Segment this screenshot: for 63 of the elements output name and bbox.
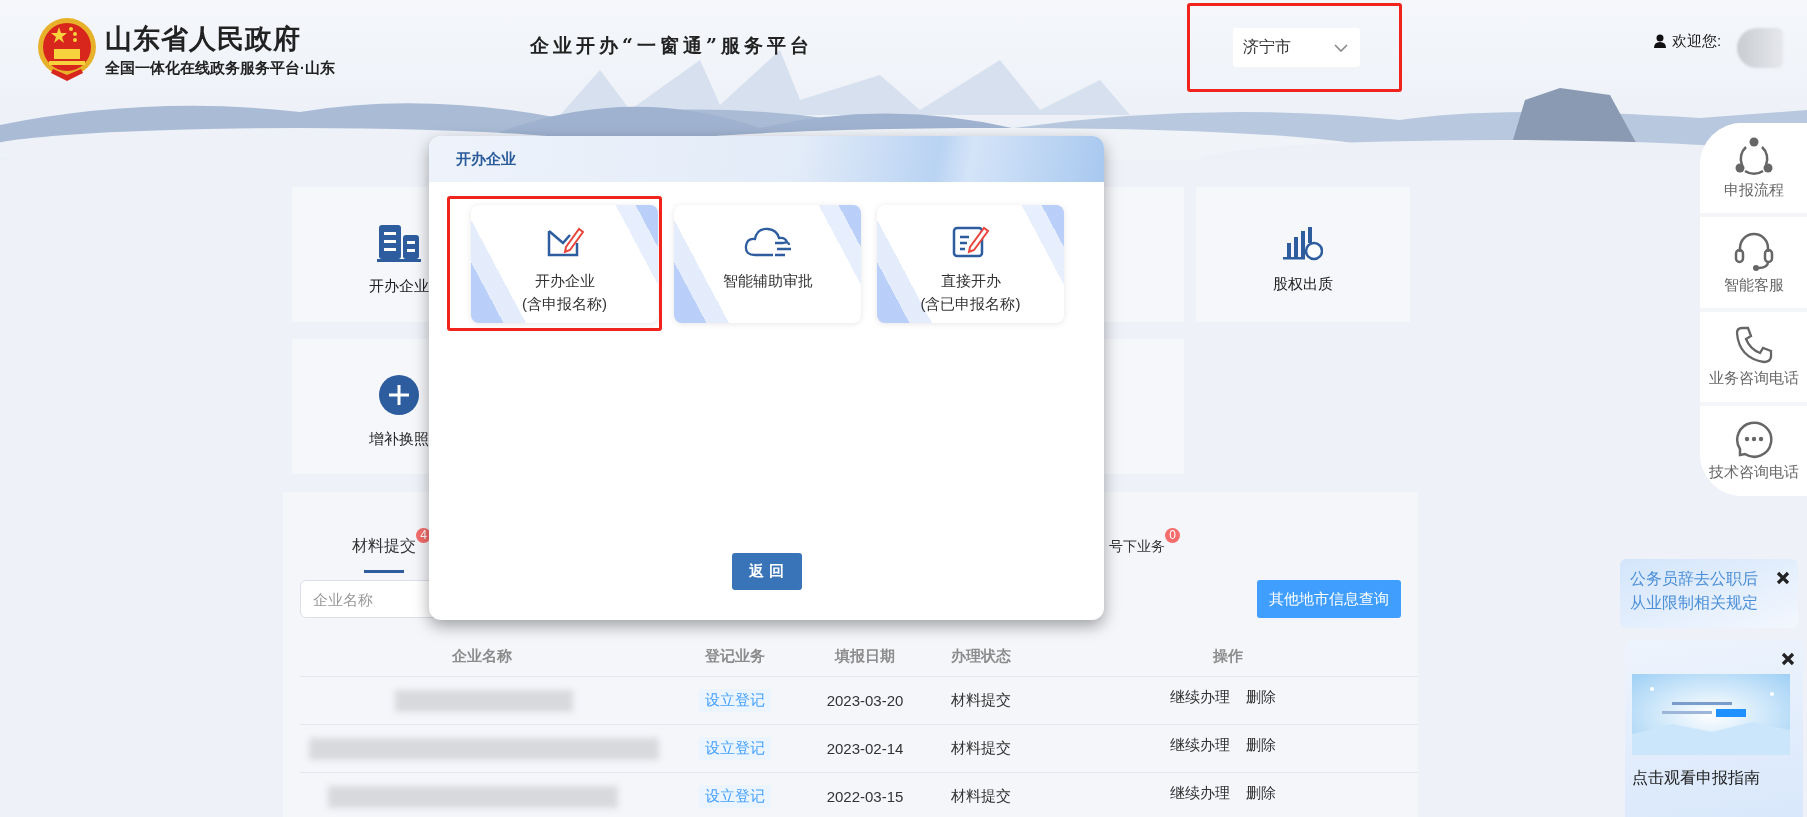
side-menu-item[interactable]: 技术咨询电话 xyxy=(1708,463,1799,483)
option-card[interactable]: 开办企业 (含申报名称) xyxy=(471,205,658,323)
table-cell: 材料提交 xyxy=(951,787,1011,806)
option-label: (含申报名称) xyxy=(522,294,607,314)
business-tag: 设立登记 xyxy=(699,689,771,712)
option-label: 直接开办 xyxy=(939,271,1002,291)
table-cell: 2023-02-14 xyxy=(826,740,904,757)
tile-label: 股权出质 xyxy=(1273,275,1333,294)
tab[interactable]: 材料提交 xyxy=(352,536,416,573)
site-subtitle: 全国一体化在线政务服务平台·山东 xyxy=(105,59,335,78)
column-header: 填报日期 xyxy=(835,646,895,666)
table-cell: 2023-03-20 xyxy=(826,692,904,709)
side-menu-item[interactable]: 智能客服 xyxy=(1723,275,1784,295)
business-tag: 设立登记 xyxy=(699,785,771,808)
action-link[interactable]: 继续办理 xyxy=(1170,784,1230,803)
site-title: 山东省人民政府 xyxy=(105,23,302,55)
avatar xyxy=(1737,28,1784,68)
column-header: 操作 xyxy=(1213,646,1243,666)
dialog-title: 开办企业 xyxy=(456,149,516,169)
city-dropdown[interactable]: 济宁市 xyxy=(1233,28,1360,67)
column-header: 企业名称 xyxy=(452,646,512,666)
action-link[interactable]: 继续办理 xyxy=(1170,688,1230,707)
option-label: 开办企业 xyxy=(533,271,596,291)
column-header: 办理状态 xyxy=(951,646,1011,666)
phone-icon xyxy=(1733,325,1774,366)
option-card[interactable]: 直接开办 (含已申报名称) xyxy=(877,205,1064,323)
option-card[interactable]: 智能辅助审批 xyxy=(674,205,861,323)
video-caption: 点击观看申报指南 xyxy=(1632,768,1761,788)
table-cell: 2022-03-15 xyxy=(826,788,904,805)
action-link[interactable]: 删除 xyxy=(1246,736,1276,755)
action-link[interactable]: 继续办理 xyxy=(1170,736,1230,755)
welcome-text: 欢迎您: xyxy=(1672,31,1722,51)
workflow-icon xyxy=(1733,136,1774,177)
table-cell: 材料提交 xyxy=(951,739,1011,758)
tab[interactable]: 号下业务 xyxy=(1109,536,1165,573)
bar-chart-icon xyxy=(1283,225,1323,261)
building-icon xyxy=(377,223,421,263)
service-tile[interactable]: 股权出质 xyxy=(1196,187,1410,322)
chat-icon xyxy=(1733,419,1774,460)
video-card[interactable]: 点击观看申报指南 xyxy=(1625,640,1803,817)
table-cell: 材料提交 xyxy=(951,691,1011,710)
cloud-icon xyxy=(742,225,793,259)
side-menu-item[interactable]: 业务咨询电话 xyxy=(1708,369,1799,389)
envelope-pen-icon xyxy=(545,225,584,259)
business-tag: 设立登记 xyxy=(699,737,771,760)
option-label: 智能辅助审批 xyxy=(722,271,813,291)
document-pen-icon xyxy=(951,225,990,259)
chevron-down-icon xyxy=(1334,43,1348,52)
plus-circle-icon xyxy=(378,374,420,416)
tile-label: 开办企业 xyxy=(369,277,429,296)
side-menu-item[interactable]: 申报流程 xyxy=(1723,180,1784,200)
close-icon[interactable] xyxy=(1781,652,1795,666)
user-icon xyxy=(1654,34,1666,48)
action-link[interactable]: 删除 xyxy=(1246,784,1276,803)
column-header: 登记业务 xyxy=(705,646,765,666)
count-badge: 0 xyxy=(1165,528,1180,543)
option-label: (含已申报名称) xyxy=(920,294,1021,314)
tile-label: 增补换照 xyxy=(369,430,429,449)
close-icon[interactable] xyxy=(1776,571,1790,585)
platform-title: 企业开办“一窗通”服务平台 xyxy=(530,33,813,58)
back-button[interactable]: 返 回 xyxy=(731,553,802,590)
action-link[interactable]: 删除 xyxy=(1246,688,1276,707)
emblem-logo xyxy=(37,17,97,83)
